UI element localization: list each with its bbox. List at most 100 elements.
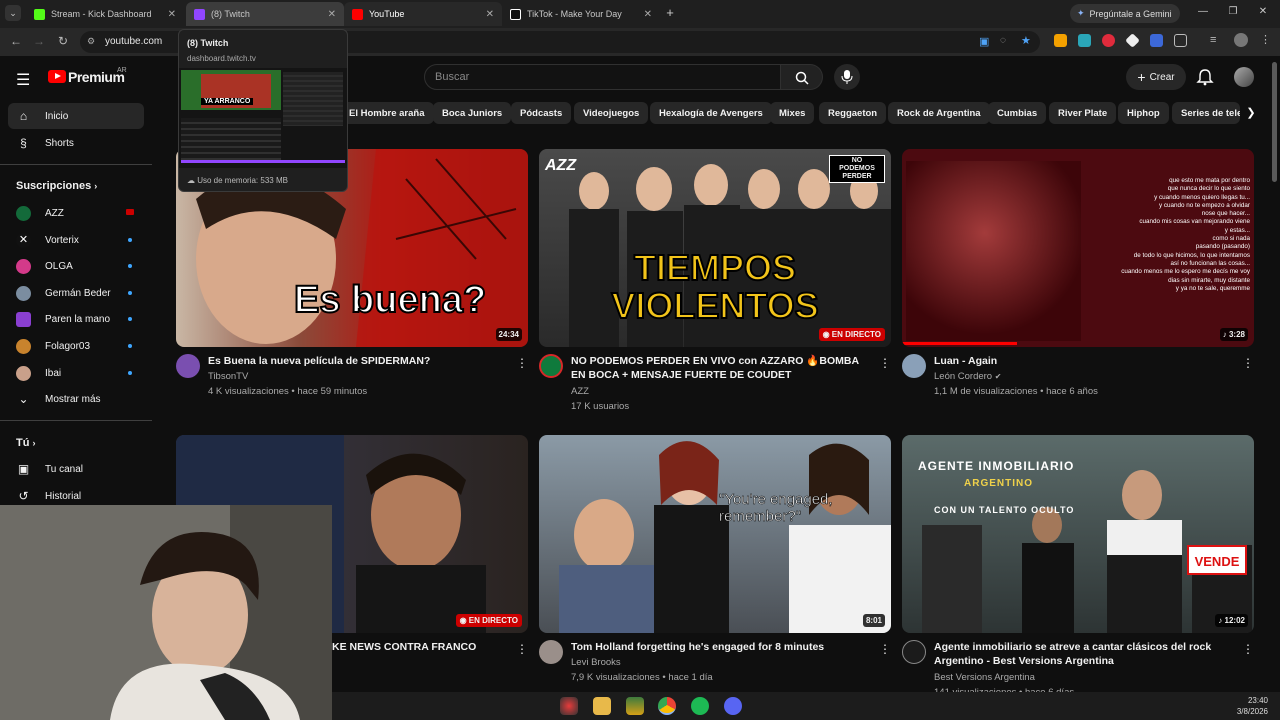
channel-avatar[interactable]	[176, 354, 200, 378]
channel-name[interactable]: Levi Brooks	[571, 655, 621, 670]
sidebar-item-olga[interactable]: OLGA	[8, 253, 144, 279]
account-avatar[interactable]	[1234, 67, 1254, 87]
chrome-icon[interactable]	[658, 697, 676, 715]
channel-name[interactable]: AZZ	[571, 384, 589, 399]
video-title[interactable]: Agente inmobiliario se atreve a cantar c…	[934, 640, 1224, 668]
chip[interactable]: El Hombre araña	[340, 102, 434, 124]
close-tab-icon[interactable]: ✕	[168, 9, 176, 20]
chip[interactable]: Hiphop	[1118, 102, 1169, 124]
chip[interactable]: Pódcasts	[511, 102, 572, 124]
channel-avatar	[16, 311, 31, 327]
channel-name[interactable]: TibsonTV	[208, 369, 248, 384]
forward-icon[interactable]: →	[31, 34, 47, 48]
page-scrollbar[interactable]	[1272, 62, 1277, 182]
sidebar-item-folagor03[interactable]: Folagor03	[8, 333, 144, 359]
new-tab-button[interactable]: +	[662, 5, 678, 21]
reload-icon[interactable]: ↻	[55, 34, 71, 48]
more-options-icon[interactable]: ⋮	[879, 356, 891, 370]
chip[interactable]: River Plate	[1049, 102, 1117, 124]
channel-avatar[interactable]	[539, 354, 563, 378]
more-options-icon[interactable]: ⋮	[516, 356, 528, 370]
eye-off-icon[interactable]: ◌	[1000, 35, 1006, 46]
profile-avatar[interactable]	[1234, 33, 1248, 47]
video-thumbnail[interactable]: AZZ NO PODEMOS PERDER TIEMPOS VIOLENTOS …	[539, 149, 891, 347]
cast-icon[interactable]: ▣	[979, 35, 989, 48]
video-thumbnail[interactable]: AGENTE INMOBILIARIO ARGENTINO CON UN TAL…	[902, 435, 1254, 633]
spotify-icon[interactable]	[691, 697, 709, 715]
video-title[interactable]: NO PODEMOS PERDER EN VIVO con AZZARO 🔥BO…	[571, 354, 861, 382]
gemini-button[interactable]: ✦ Pregúntale a Gemini	[1070, 4, 1180, 23]
file-explorer-icon[interactable]	[593, 697, 611, 715]
more-options-icon[interactable]: ⋮	[1242, 356, 1254, 370]
chip[interactable]: Videojuegos	[574, 102, 649, 124]
sidebar-item-show-more[interactable]: ⌄ Mostrar más	[8, 386, 144, 412]
close-tab-icon[interactable]: ✕	[328, 9, 336, 20]
tab-youtube[interactable]: YouTube ✕	[344, 2, 502, 26]
video-title[interactable]: Es Buena la nueva película de SPIDERMAN?	[208, 354, 498, 368]
chip[interactable]: Cumbias	[988, 102, 1047, 124]
app-icon[interactable]	[626, 697, 644, 715]
voice-search-button[interactable]	[834, 64, 860, 90]
video-thumbnail[interactable]: "You're engaged, remember?" 8:01	[539, 435, 891, 633]
discord-icon[interactable]	[724, 697, 742, 715]
site-info-icon[interactable]: ⚙	[87, 36, 95, 47]
chip[interactable]: Reggaeton	[819, 102, 887, 124]
extension-icon[interactable]	[1078, 34, 1091, 47]
chip[interactable]: Boca Juniors	[433, 102, 512, 124]
sidebar-item-paren-la-mano[interactable]: Paren la mano	[8, 306, 144, 332]
sidebar-item-vorterix[interactable]: ✕ Vorterix	[8, 227, 144, 253]
channel-avatar[interactable]	[539, 640, 563, 664]
tab-groups-icon[interactable]: ≡	[1210, 34, 1216, 46]
create-button[interactable]: + Crear	[1126, 64, 1186, 90]
extension-icon[interactable]	[1054, 34, 1067, 47]
chevron-right-icon[interactable]: ❯	[1240, 102, 1262, 124]
maximize-button[interactable]: ❐	[1226, 6, 1240, 17]
sidebar-item-ibai[interactable]: Ibai	[8, 360, 144, 386]
puzzle-icon[interactable]	[1174, 34, 1187, 47]
sidebar-item-shorts[interactable]: § Shorts	[8, 130, 144, 156]
system-clock[interactable]: 23:40 3/8/2026	[1237, 695, 1268, 717]
close-tab-icon[interactable]: ✕	[644, 9, 652, 20]
channel-avatar[interactable]	[902, 640, 926, 664]
you-header[interactable]: Tú ›	[16, 437, 36, 449]
video-title[interactable]: KE NEWS CONTRA FRANCO	[332, 640, 512, 654]
video-title[interactable]: Tom Holland forgetting he's engaged for …	[571, 640, 861, 654]
close-window-button[interactable]: ✕	[1256, 6, 1270, 17]
sidebar-item-azz[interactable]: AZZ	[8, 200, 144, 226]
record-icon[interactable]	[1102, 34, 1115, 47]
url-text[interactable]: youtube.com	[105, 36, 162, 47]
tab-kick[interactable]: Stream - Kick Dashboard ✕	[26, 2, 184, 26]
search-button[interactable]	[781, 64, 823, 90]
browser-menu-icon[interactable]: ⋮	[1260, 33, 1271, 46]
notifications-bell-icon[interactable]	[1196, 68, 1214, 86]
channel-name[interactable]: León Cordero ✔	[934, 369, 1001, 384]
hamburger-menu-icon[interactable]: ☰	[16, 70, 32, 90]
bookmark-star-icon[interactable]: ★	[1021, 34, 1031, 47]
chip[interactable]: Mixes	[770, 102, 815, 124]
more-options-icon[interactable]: ⋮	[516, 642, 528, 656]
chip[interactable]: Series de telev	[1172, 102, 1240, 124]
sidebar-item-german-beder[interactable]: Germán Beder	[8, 280, 144, 306]
search-input[interactable]: Buscar	[424, 64, 781, 90]
youtube-logo-icon[interactable]	[48, 70, 66, 83]
more-options-icon[interactable]: ⋮	[1242, 642, 1254, 656]
tab-search-button[interactable]: ⌄	[5, 5, 21, 21]
minimize-button[interactable]: —	[1196, 6, 1210, 17]
channel-name[interactable]: Best Versions Argentina	[934, 670, 1035, 685]
sidebar-item-home[interactable]: ⌂ Inicio	[8, 103, 144, 129]
extension-icon[interactable]	[1150, 34, 1163, 47]
video-title[interactable]: Luan - Again	[934, 354, 1224, 368]
tab-twitch[interactable]: (8) Twitch ✕	[186, 2, 344, 26]
subscriptions-header[interactable]: Suscripciones ›	[16, 180, 97, 192]
obs-icon[interactable]	[560, 697, 578, 715]
channel-avatar[interactable]	[902, 354, 926, 378]
youtube-premium-logo[interactable]: Premium	[68, 69, 125, 85]
close-tab-icon[interactable]: ✕	[486, 9, 494, 20]
sidebar-item-your-channel[interactable]: ▣ Tu canal	[8, 456, 144, 482]
tab-tiktok[interactable]: TikTok - Make Your Day ✕	[502, 2, 660, 26]
chip[interactable]: Hexalogía de Avengers	[650, 102, 772, 124]
video-thumbnail[interactable]: que esto me mata por dentro que nunca dec…	[902, 149, 1254, 347]
chip[interactable]: Rock de Argentina	[888, 102, 990, 124]
more-options-icon[interactable]: ⋮	[879, 642, 891, 656]
back-icon[interactable]: ←	[8, 34, 24, 48]
